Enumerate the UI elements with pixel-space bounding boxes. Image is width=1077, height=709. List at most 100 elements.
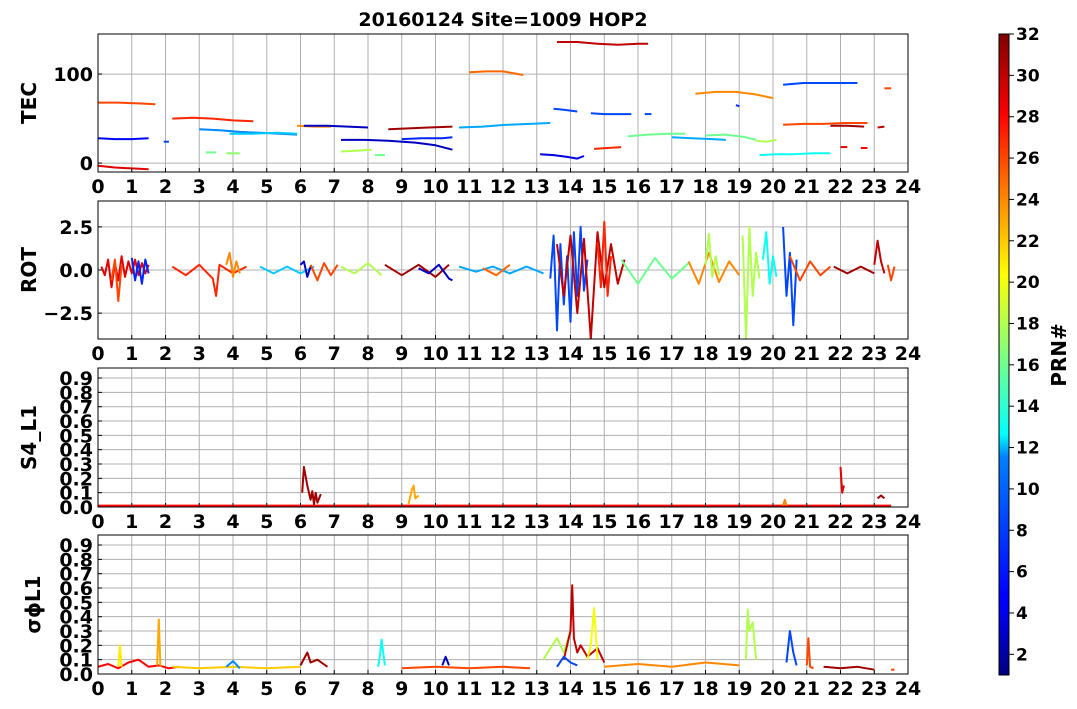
x-tick-label: 6 bbox=[294, 678, 307, 700]
colorbar-tick-label: 26 bbox=[1016, 149, 1040, 169]
y-tick-label: 100 bbox=[53, 64, 93, 86]
chart-title: 20160124 Site=1009 HOP2 bbox=[358, 9, 647, 31]
x-tick-label: 10 bbox=[422, 511, 448, 533]
x-tick-label: 9 bbox=[395, 343, 408, 365]
colorbar-tick-label: 10 bbox=[1016, 480, 1040, 500]
x-tick-label: 14 bbox=[557, 343, 583, 365]
x-tick-label: 5 bbox=[260, 343, 273, 365]
x-tick-label: 3 bbox=[193, 176, 206, 198]
series-prn-26 bbox=[805, 637, 814, 670]
colorbar-tick-label: 12 bbox=[1016, 439, 1040, 459]
x-tick-label: 21 bbox=[794, 176, 820, 198]
x-tick-label: 13 bbox=[524, 678, 550, 700]
colorbar: 2468101214161820222426283032 PRN# bbox=[998, 25, 1071, 676]
x-tick-label: 24 bbox=[895, 511, 921, 533]
colorbar-tick-label: 22 bbox=[1016, 232, 1040, 252]
panel-4: 0 1 2 3 4 5 6 7 8 9 10 11 12 13 14 15 16 17 18 19 20 21 22 23 24… bbox=[21, 534, 921, 700]
x-tick-label: 4 bbox=[226, 511, 239, 533]
x-tick-label: 13 bbox=[524, 176, 550, 198]
series-prn-21 bbox=[117, 644, 123, 667]
series-prn-7 bbox=[553, 107, 578, 113]
colorbar-tick-label: 20 bbox=[1016, 273, 1040, 293]
x-tick-label: 11 bbox=[456, 678, 482, 700]
y-axis-label: ROT bbox=[17, 247, 41, 293]
series-prn-10 bbox=[671, 136, 726, 141]
x-tick-label: 20 bbox=[760, 678, 786, 700]
x-tick-label: 9 bbox=[395, 678, 408, 700]
series-prn-18 bbox=[741, 225, 761, 339]
x-tick-label: 0 bbox=[91, 343, 104, 365]
x-tick-label: 9 bbox=[395, 511, 408, 533]
colorbar-tick-label: 30 bbox=[1016, 66, 1040, 86]
series-prn-7 bbox=[785, 630, 798, 666]
series-prn-18 bbox=[340, 262, 383, 276]
x-tick-label: 6 bbox=[294, 343, 307, 365]
x-tick-label: 0 bbox=[91, 678, 104, 700]
colorbar-tick-label: 14 bbox=[1016, 397, 1040, 417]
x-tick-label: 1 bbox=[125, 343, 138, 365]
x-tick-label: 23 bbox=[861, 176, 887, 198]
x-tick-label: 8 bbox=[361, 343, 374, 365]
series-prn-18 bbox=[756, 138, 777, 143]
x-tick-label: 14 bbox=[557, 511, 583, 533]
series-prn-7 bbox=[556, 655, 578, 668]
series-prn-3 bbox=[299, 260, 312, 278]
colorbar-tick-label: 2 bbox=[1016, 645, 1028, 665]
colorbar-tick-label: 8 bbox=[1016, 521, 1028, 541]
x-tick-label: 3 bbox=[193, 678, 206, 700]
x-tick-label: 24 bbox=[895, 176, 921, 198]
series-prn-13 bbox=[377, 638, 386, 667]
panel-1: 0 1 2 3 4 5 6 7 8 9 10 11 12 13 14 15 16 17 18 19 20 21 22 23 24… bbox=[17, 33, 921, 198]
x-tick-label: 22 bbox=[827, 176, 853, 198]
x-tick-label: 10 bbox=[422, 176, 448, 198]
series-prn-31 bbox=[823, 665, 875, 671]
x-tick-label: 2 bbox=[159, 511, 172, 533]
x-tick-label: 17 bbox=[659, 511, 685, 533]
x-tick-label: 15 bbox=[591, 343, 617, 365]
figure: 20160124 Site=1009 HOP2 0 1 2 3 4 5 6 7 8 9 10 11 12… bbox=[17, 9, 1071, 700]
x-tick-label: 8 bbox=[361, 176, 374, 198]
y-tick-label: 0.0 bbox=[59, 260, 93, 282]
series-prn-27 bbox=[172, 116, 254, 123]
series-group bbox=[98, 465, 892, 507]
series-prn-27 bbox=[594, 146, 622, 150]
colorbar-tick-label: 6 bbox=[1016, 563, 1028, 583]
series-prn-23 bbox=[407, 484, 420, 505]
colorbar-label: PRN# bbox=[1047, 323, 1071, 387]
x-tick-label: 6 bbox=[294, 176, 307, 198]
colorbar-ticks: 2468101214161820222426283032 bbox=[1009, 25, 1040, 665]
x-tick-label: 3 bbox=[193, 511, 206, 533]
series-prn-26 bbox=[309, 262, 339, 282]
series-prn-6 bbox=[401, 136, 453, 141]
x-tick-label: 8 bbox=[361, 678, 374, 700]
x-tick-label: 18 bbox=[692, 511, 718, 533]
series-prn-28 bbox=[98, 658, 180, 670]
x-tick-label: 14 bbox=[557, 678, 583, 700]
x-tick-label: 0 bbox=[91, 511, 104, 533]
x-tick-label: 20 bbox=[760, 176, 786, 198]
x-tick-label: 5 bbox=[260, 678, 273, 700]
x-tick-label: 5 bbox=[260, 176, 273, 198]
y-axis-label: S4_L1 bbox=[17, 405, 41, 470]
x-tick-label: 23 bbox=[861, 678, 887, 700]
x-tick-label: 22 bbox=[827, 678, 853, 700]
colorbar-tick-label: 16 bbox=[1016, 356, 1040, 376]
panel-2: 0 1 2 3 4 5 6 7 8 9 10 11 12 13 14 15 16 17 18 19 20 21 22 23 24… bbox=[17, 200, 921, 365]
x-tick-label: 23 bbox=[861, 343, 887, 365]
x-tick-label: 10 bbox=[422, 343, 448, 365]
series-prn-16 bbox=[620, 256, 690, 285]
x-tick-label: 8 bbox=[361, 511, 374, 533]
series-prn-26 bbox=[783, 122, 868, 126]
colorbar-tick-label: 24 bbox=[1016, 190, 1040, 210]
series-prn-30 bbox=[873, 239, 886, 274]
x-tick-label: 1 bbox=[125, 511, 138, 533]
x-tick-label: 14 bbox=[557, 176, 583, 198]
series-prn-31 bbox=[876, 494, 886, 500]
x-tick-label: 7 bbox=[328, 511, 341, 533]
x-tick-label: 21 bbox=[794, 511, 820, 533]
x-tick-label: 2 bbox=[159, 343, 172, 365]
colorbar-tick-label: 32 bbox=[1016, 25, 1040, 45]
series-prn-18 bbox=[340, 148, 372, 153]
series-prn-31 bbox=[388, 125, 453, 131]
x-tick-label: 15 bbox=[591, 511, 617, 533]
